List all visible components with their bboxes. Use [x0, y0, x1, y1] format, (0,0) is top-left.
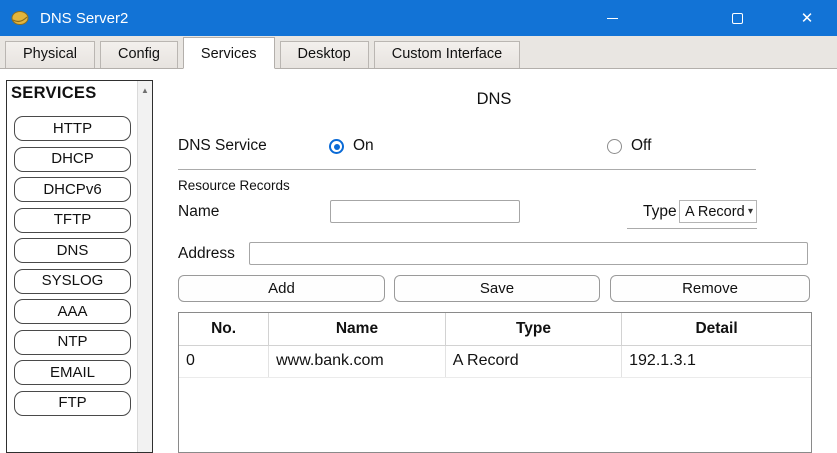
cell-name: www.bank.com [269, 345, 446, 377]
service-list: HTTP DHCP DHCPv6 TFTP DNS SYSLOG AAA NTP… [7, 116, 152, 416]
dns-service-label: DNS Service [178, 137, 267, 155]
services-sidebar: SERVICES HTTP DHCP DHCPv6 TFTP DNS SYSLO… [6, 80, 153, 453]
resource-records-label: Resource Records [178, 178, 290, 193]
sidebar-item-dns[interactable]: DNS [14, 238, 131, 263]
type-select[interactable]: A Record ▾ [679, 200, 757, 223]
chevron-down-icon: ▾ [748, 206, 753, 217]
address-label: Address [178, 245, 235, 263]
sidebar-item-syslog[interactable]: SYSLOG [14, 269, 131, 294]
window-title: DNS Server2 [40, 10, 128, 27]
maximize-button[interactable] [721, 0, 753, 36]
sidebar-item-aaa[interactable]: AAA [14, 299, 131, 324]
column-header-type: Type [445, 313, 621, 345]
tab-custom-interface[interactable]: Custom Interface [374, 41, 520, 68]
services-header: SERVICES [7, 81, 152, 103]
separator [627, 228, 757, 229]
table-header-row: No. Name Type Detail [179, 313, 811, 345]
column-header-name: Name [269, 313, 446, 345]
scroll-up-icon[interactable]: ▲ [138, 81, 152, 95]
dns-service-on-radio[interactable] [329, 139, 344, 154]
app-icon [10, 8, 30, 28]
tab-bar: Physical Config Services Desktop Custom … [0, 36, 837, 69]
minimize-icon [607, 18, 618, 19]
sidebar-item-ntp[interactable]: NTP [14, 330, 131, 355]
type-label: Type [643, 203, 677, 221]
sidebar-item-ftp[interactable]: FTP [14, 391, 131, 416]
sidebar-item-tftp[interactable]: TFTP [14, 208, 131, 233]
remove-button[interactable]: Remove [610, 275, 810, 302]
add-button[interactable]: Add [178, 275, 385, 302]
sidebar-item-dhcpv6[interactable]: DHCPv6 [14, 177, 131, 202]
tab-desktop[interactable]: Desktop [280, 41, 369, 68]
dns-service-on-label[interactable]: On [353, 137, 374, 155]
minimize-button[interactable] [596, 0, 628, 36]
cell-no: 0 [179, 345, 269, 377]
tab-physical[interactable]: Physical [5, 41, 95, 68]
sidebar-item-email[interactable]: EMAIL [14, 360, 131, 385]
tab-config[interactable]: Config [100, 41, 178, 68]
records-table: No. Name Type Detail 0 www.bank.com A Re… [178, 312, 812, 453]
column-header-no: No. [179, 313, 269, 345]
column-header-detail: Detail [622, 313, 811, 345]
close-button[interactable]: ✕ [791, 0, 823, 36]
tab-services[interactable]: Services [183, 37, 275, 69]
cell-type: A Record [445, 345, 621, 377]
address-input[interactable] [249, 242, 808, 265]
cell-detail: 192.1.3.1 [622, 345, 811, 377]
separator [178, 169, 756, 170]
name-label: Name [178, 203, 219, 221]
maximize-icon [732, 13, 743, 24]
titlebar: DNS Server2 ✕ [0, 0, 837, 36]
dns-service-off-label[interactable]: Off [631, 137, 651, 155]
save-button[interactable]: Save [394, 275, 600, 302]
sidebar-item-dhcp[interactable]: DHCP [14, 147, 131, 172]
sidebar-item-http[interactable]: HTTP [14, 116, 131, 141]
page-title: DNS [160, 90, 828, 109]
dns-service-off-radio[interactable] [607, 139, 622, 154]
packet-tracer-window: DNS Server2 ✕ Physical Config Services D… [0, 0, 837, 453]
sidebar-scrollbar[interactable]: ▲ [137, 81, 152, 452]
name-input[interactable] [330, 200, 520, 223]
type-select-value: A Record [685, 204, 745, 220]
table-row[interactable]: 0 www.bank.com A Record 192.1.3.1 [179, 345, 811, 377]
